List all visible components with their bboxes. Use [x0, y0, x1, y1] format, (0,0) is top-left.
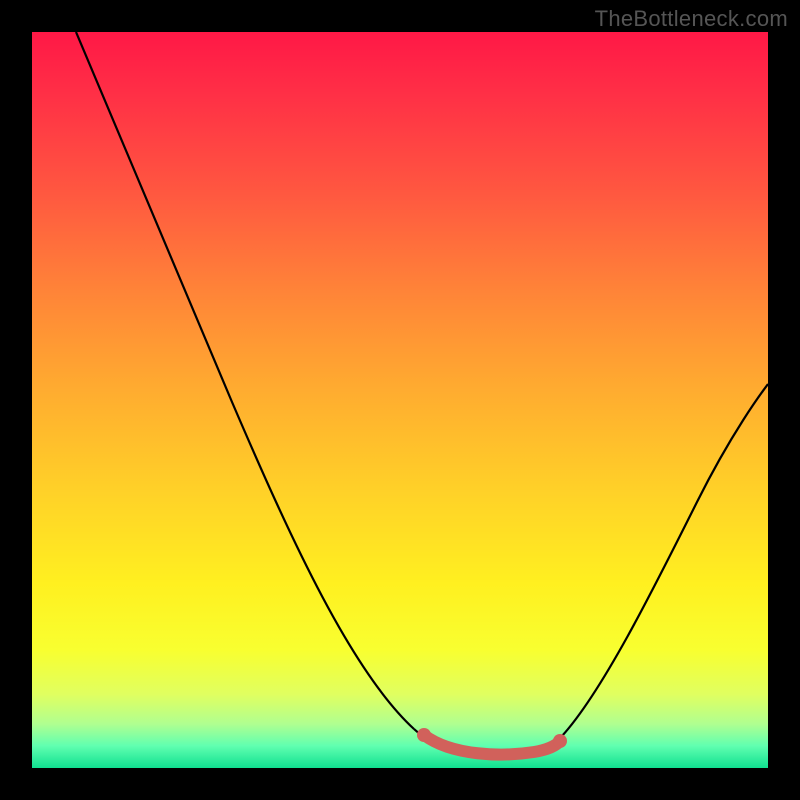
highlight-start-dot: [417, 728, 431, 742]
chart-svg: [32, 32, 768, 768]
watermark-text: TheBottleneck.com: [595, 6, 788, 32]
curve-left-branch: [76, 32, 414, 729]
chart-plot-area: [32, 32, 768, 768]
valley-highlight: [424, 735, 560, 755]
highlight-end-dot: [553, 734, 567, 748]
curve-right-branch: [562, 384, 768, 736]
